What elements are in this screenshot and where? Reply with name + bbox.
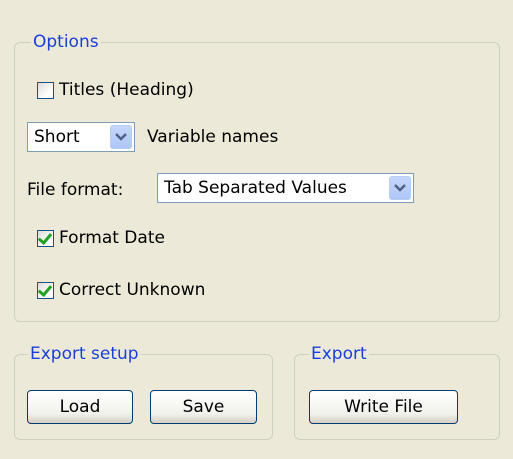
file-format-label: File format: <box>27 180 124 200</box>
format-date-checkbox-row[interactable]: Format Date <box>37 228 165 248</box>
chevron-down-icon[interactable] <box>389 176 411 200</box>
options-legend: Options <box>31 31 101 53</box>
correct-unknown-checkbox[interactable] <box>37 281 54 299</box>
checkmark-icon <box>37 281 53 297</box>
write-file-button[interactable]: Write File <box>309 390 458 424</box>
correct-unknown-checkbox-row[interactable]: Correct Unknown <box>37 280 205 300</box>
chevron-down-icon[interactable] <box>110 125 132 149</box>
format-date-checkbox-label: Format Date <box>59 228 165 248</box>
load-button[interactable]: Load <box>27 390 133 424</box>
variable-names-label: Variable names <box>147 127 279 147</box>
format-date-checkbox[interactable] <box>37 229 54 247</box>
titles-checkbox[interactable] <box>37 81 54 99</box>
variable-names-select[interactable]: Short <box>27 122 135 152</box>
variable-names-value: Short <box>34 127 80 147</box>
titles-checkbox-row[interactable]: Titles (Heading) <box>37 80 194 100</box>
checkmark-icon <box>37 229 53 245</box>
export-legend: Export <box>309 343 369 365</box>
file-format-select[interactable]: Tab Separated Values <box>157 173 414 203</box>
file-format-value: Tab Separated Values <box>164 178 347 198</box>
export-setup-legend: Export setup <box>28 343 141 365</box>
save-button[interactable]: Save <box>150 390 257 424</box>
titles-checkbox-label: Titles (Heading) <box>59 80 194 100</box>
correct-unknown-checkbox-label: Correct Unknown <box>59 280 206 300</box>
